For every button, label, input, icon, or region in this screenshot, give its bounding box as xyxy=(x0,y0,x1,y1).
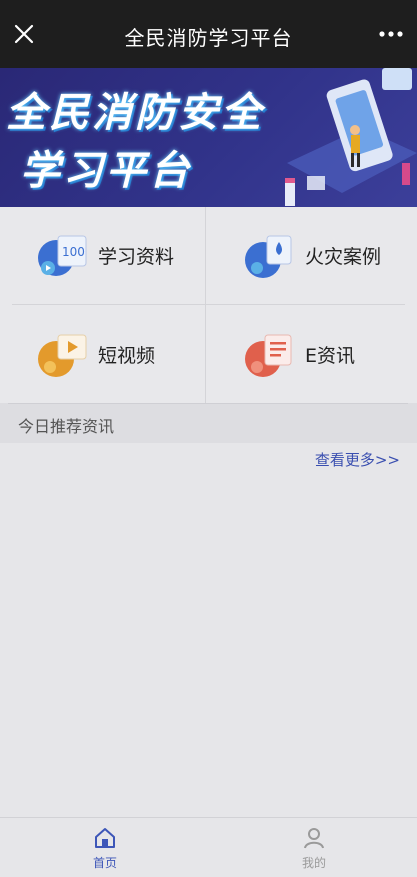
top-bar: 全民消防学习平台 xyxy=(0,0,417,68)
recommended-news-header: 今日推荐资讯 xyxy=(0,403,417,443)
grid-divider-vertical xyxy=(205,207,206,403)
banner[interactable]: 全民消防安全 学习平台 xyxy=(0,68,417,207)
tab-label: 我的 xyxy=(301,856,326,870)
e-news-icon xyxy=(245,334,292,377)
menu-item-study-material[interactable]: 100 学习资料 xyxy=(0,207,205,304)
grid-divider-horizontal xyxy=(12,304,405,305)
menu-item-fire-case[interactable]: 火灾案例 xyxy=(207,207,412,304)
more-icon[interactable] xyxy=(377,22,405,46)
banner-line-1: 全民消防安全 xyxy=(6,90,264,136)
menu-item-label: 学习资料 xyxy=(98,246,175,268)
banner-illustration xyxy=(285,68,417,206)
home-icon xyxy=(95,828,115,848)
section-title: 今日推荐资讯 xyxy=(18,417,115,436)
menu-item-label: 短视频 xyxy=(98,345,156,367)
menu-item-label: 火灾案例 xyxy=(305,246,382,268)
tab-me[interactable]: 我的 xyxy=(284,826,344,871)
view-more-link[interactable]: 查看更多>> xyxy=(315,449,400,470)
svg-text:100: 100 xyxy=(62,245,85,259)
fire-case-icon xyxy=(245,235,292,278)
bottom-tab-bar: 首页 我的 xyxy=(0,817,417,877)
menu-item-e-news[interactable]: E资讯 xyxy=(207,306,412,403)
menu-item-label: E资讯 xyxy=(305,345,356,367)
user-icon xyxy=(304,828,324,849)
study-material-icon: 100 xyxy=(38,235,87,276)
section-divider xyxy=(8,403,408,404)
menu-grid: 100 学习资料 火灾案例 短视频 E资讯 xyxy=(0,207,417,403)
page-title: 全民消防学习平台 xyxy=(124,26,293,50)
menu-item-short-video[interactable]: 短视频 xyxy=(0,306,205,403)
tab-label: 首页 xyxy=(92,856,117,870)
banner-line-2: 学习平台 xyxy=(20,148,192,194)
short-video-icon xyxy=(38,334,87,377)
tab-home[interactable]: 首页 xyxy=(75,826,135,871)
